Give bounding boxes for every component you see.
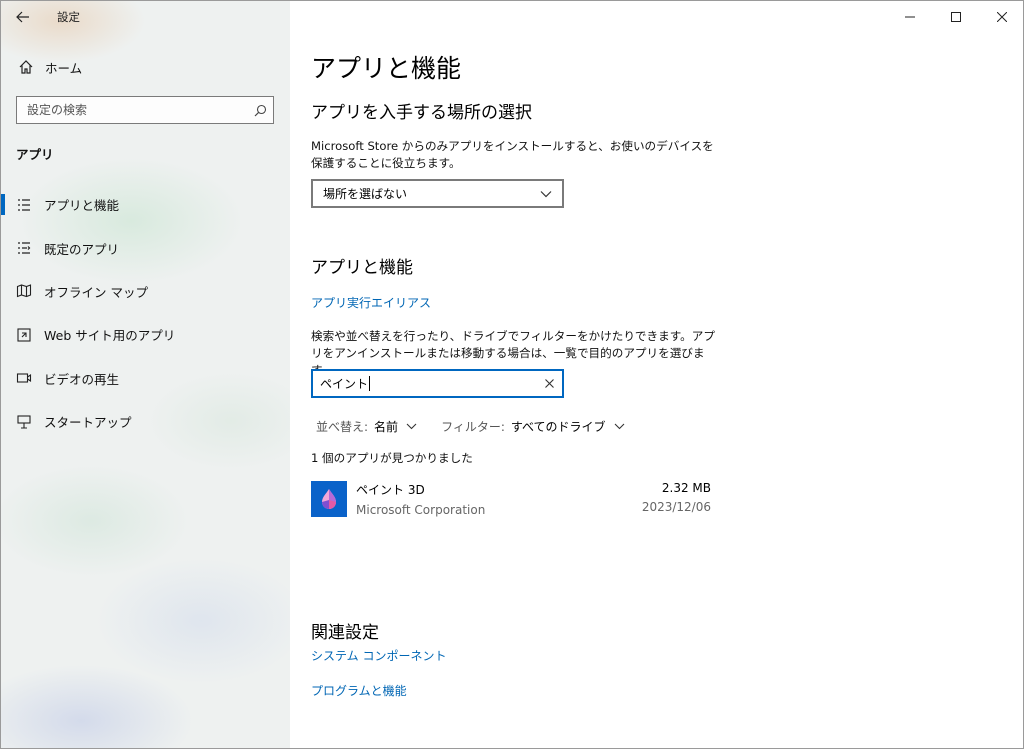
chevron-down-icon xyxy=(540,190,552,197)
sidebar-item-label: アプリと機能 xyxy=(44,198,120,214)
sidebar-item-apps-features[interactable]: アプリと機能 xyxy=(1,183,290,226)
programs-features-link[interactable]: プログラムと機能 xyxy=(311,682,407,699)
app-meta: 2.32 MB 2023/12/06 xyxy=(642,481,711,519)
sidebar-item-label: Web サイト用のアプリ xyxy=(44,328,176,344)
settings-window: 設定 ホーム アプリ アプリと機能 xyxy=(0,0,1024,749)
maximize-button[interactable] xyxy=(933,1,979,33)
minimize-icon xyxy=(905,16,915,18)
sidebar-item-offline-maps[interactable]: オフライン マップ xyxy=(1,270,290,313)
page-title: アプリと機能 xyxy=(311,54,462,83)
sidebar-item-label: ビデオの再生 xyxy=(44,371,120,387)
sidebar-item-label: 既定のアプリ xyxy=(44,241,120,257)
minimize-button[interactable] xyxy=(887,1,933,33)
website-apps-icon xyxy=(15,326,33,344)
offline-map-icon xyxy=(15,282,33,300)
back-arrow-icon xyxy=(16,11,29,23)
back-button[interactable] xyxy=(1,1,45,33)
close-icon xyxy=(997,12,1007,22)
text-caret xyxy=(369,376,371,391)
sidebar-item-website-apps[interactable]: Web サイト用のアプリ xyxy=(1,313,290,356)
home-label: ホーム xyxy=(45,60,83,76)
sidebar-item-startup[interactable]: スタートアップ xyxy=(1,400,290,443)
app-size: 2.32 MB xyxy=(661,481,711,495)
sidebar-item-label: オフライン マップ xyxy=(44,284,148,300)
sort-dropdown[interactable]: 並べ替え: 名前 xyxy=(316,418,417,435)
maximize-icon xyxy=(951,12,961,22)
app-publisher: Microsoft Corporation xyxy=(356,503,486,517)
clear-search-button[interactable] xyxy=(536,379,562,388)
app-execution-alias-link[interactable]: アプリ実行エイリアス xyxy=(311,294,431,311)
sidebar-nav: アプリと機能 既定のアプリ オフライン マップ Web サイト用のアプリ ビデオ… xyxy=(1,183,290,443)
install-source-heading: アプリを入手する場所の選択 xyxy=(311,103,532,123)
window-title: 設定 xyxy=(57,10,80,24)
sort-label: 並べ替え: xyxy=(316,419,369,434)
search-icon[interactable] xyxy=(247,104,273,117)
sidebar-item-home[interactable]: ホーム xyxy=(1,53,290,81)
apps-features-heading: アプリと機能 xyxy=(311,258,413,278)
main-content: アプリと機能 アプリを入手する場所の選択 Microsoft Store からの… xyxy=(290,1,1023,748)
filter-dropdown[interactable]: フィルター: すべてのドライブ xyxy=(441,418,625,435)
filter-value: すべてのドライブ xyxy=(510,419,606,434)
install-source-description: Microsoft Store からのみアプリをインストールすると、お使いのデバ… xyxy=(311,139,714,170)
app-info: ペイント 3D Microsoft Corporation xyxy=(356,481,642,519)
related-settings-heading: 関連設定 xyxy=(311,623,379,643)
dropdown-value: 場所を選ばない xyxy=(323,187,408,201)
home-icon xyxy=(17,58,35,76)
clear-icon xyxy=(544,379,554,388)
settings-search-input[interactable] xyxy=(17,97,247,123)
apps-list-icon xyxy=(15,196,33,214)
filter-label: フィルター: xyxy=(441,419,505,434)
close-button[interactable] xyxy=(979,1,1023,33)
sidebar-item-default-apps[interactable]: 既定のアプリ xyxy=(1,226,290,269)
sidebar-section-label: アプリ xyxy=(16,147,54,162)
window-controls xyxy=(887,1,1023,33)
app-search-input[interactable]: ペイント xyxy=(311,369,564,398)
titlebar: 設定 xyxy=(1,1,290,33)
sort-value: 名前 xyxy=(374,419,399,434)
app-search-value: ペイント xyxy=(320,377,369,391)
paint-3d-icon xyxy=(311,481,347,517)
system-components-link[interactable]: システム コンポーネント xyxy=(311,647,446,664)
chevron-down-icon xyxy=(406,423,417,430)
sort-filter-row: 並べ替え: 名前 フィルター: すべてのドライブ xyxy=(316,417,625,435)
result-count: 1 個のアプリが見つかりました xyxy=(311,451,473,465)
sidebar-item-label: スタートアップ xyxy=(44,415,132,431)
install-source-dropdown[interactable]: 場所を選ばない xyxy=(311,179,564,208)
app-name: ペイント 3D xyxy=(356,483,425,497)
app-list-item[interactable]: ペイント 3D Microsoft Corporation 2.32 MB 20… xyxy=(311,481,711,519)
app-install-date: 2023/12/06 xyxy=(641,500,711,514)
video-playback-icon xyxy=(15,369,33,387)
settings-search-box[interactable] xyxy=(16,96,274,124)
chevron-down-icon xyxy=(614,423,625,430)
app-search-value-wrapper[interactable]: ペイント xyxy=(313,375,536,392)
startup-icon xyxy=(15,413,33,431)
default-apps-icon xyxy=(15,239,33,257)
sidebar-item-video-playback[interactable]: ビデオの再生 xyxy=(1,357,290,400)
sidebar: 設定 ホーム アプリ アプリと機能 xyxy=(1,1,290,748)
